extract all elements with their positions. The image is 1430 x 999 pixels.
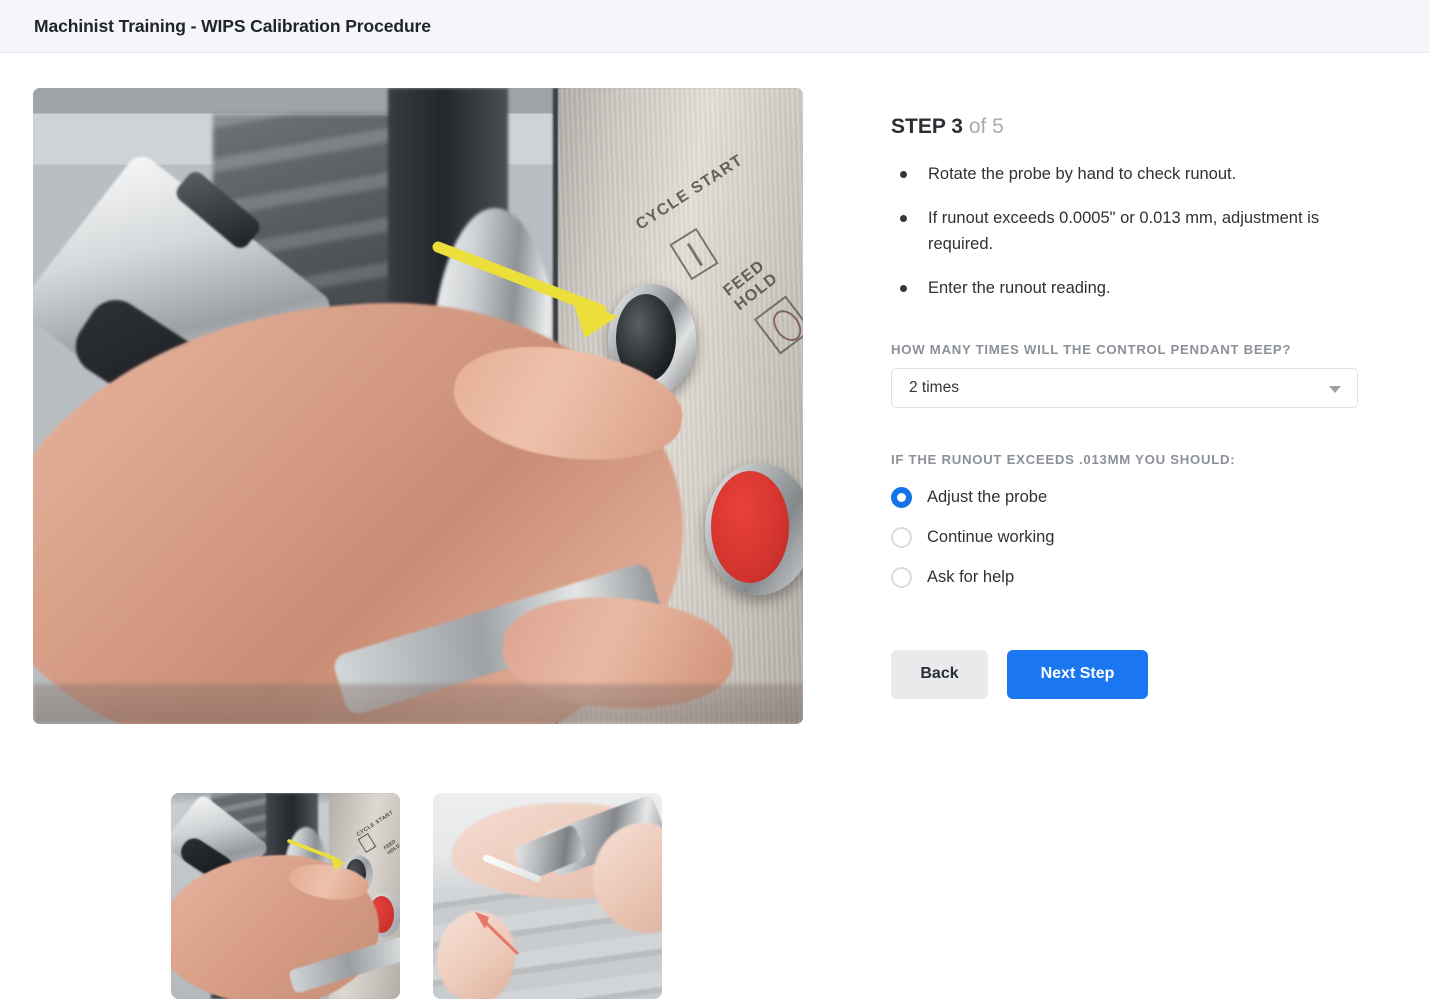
list-item: Enter the runout reading. — [891, 275, 1361, 302]
thumbnail-strip: CYCLE START FEED HOLD — [171, 793, 662, 999]
thumbnail-cycle-start[interactable]: CYCLE START FEED HOLD — [171, 793, 400, 999]
thumbnail-probe-runout[interactable] — [433, 793, 662, 999]
runout-question-label: IF THE RUNOUT EXCEEDS .013MM YOU SHOULD: — [891, 451, 1236, 467]
beep-question-label: HOW MANY TIMES WILL THE CONTROL PENDANT … — [891, 341, 1292, 357]
app-header: Machinist Training - WIPS Calibration Pr… — [0, 0, 1430, 53]
radio-option-label: Ask for help — [927, 568, 1015, 587]
page-body: CYCLE START FEED HOLD CYCLE START FEED H… — [0, 53, 1430, 999]
beep-count-select[interactable]: 2 times — [891, 367, 1358, 408]
step-panel: STEP 3 of 5 Rotate the probe by hand to … — [891, 115, 1361, 699]
radio-selected-icon — [891, 487, 912, 509]
radio-option-continue-working[interactable]: Continue working — [891, 518, 1361, 558]
radio-unselected-icon — [891, 527, 912, 549]
beep-count-value: 2 times — [909, 378, 959, 396]
instruction-list: Rotate the probe by hand to check runout… — [891, 161, 1361, 302]
action-buttons: Back Next Step — [891, 649, 1361, 699]
thumb1-annotation-arrow-icon — [287, 839, 345, 870]
radio-option-adjust-the-probe[interactable]: Adjust the probe — [891, 478, 1361, 518]
list-item: Rotate the probe by hand to check runout… — [891, 161, 1361, 188]
chevron-down-icon — [1329, 385, 1341, 393]
hero-annotation-arrow-icon — [432, 241, 618, 338]
next-step-button[interactable]: Next Step — [1007, 649, 1148, 699]
radio-unselected-icon — [891, 567, 912, 589]
radio-option-ask-for-help[interactable]: Ask for help — [891, 558, 1361, 598]
step-heading: STEP 3 of 5 — [891, 115, 1361, 139]
thumb2-annotation-arrow-icon — [475, 912, 519, 955]
media-column: CYCLE START FEED HOLD CYCLE START FEED H… — [33, 88, 803, 999]
runout-question-group: IF THE RUNOUT EXCEEDS .013MM YOU SHOULD:… — [891, 452, 1361, 598]
back-button[interactable]: Back — [891, 649, 988, 699]
hero-image[interactable]: CYCLE START FEED HOLD — [33, 88, 803, 724]
list-item: If runout exceeds 0.0005" or 0.013 mm, a… — [891, 205, 1361, 258]
radio-option-label: Continue working — [927, 528, 1055, 547]
page-title: Machinist Training - WIPS Calibration Pr… — [34, 15, 431, 36]
step-total: of 5 — [968, 115, 1004, 138]
beep-question-group: HOW MANY TIMES WILL THE CONTROL PENDANT … — [891, 342, 1361, 408]
step-number: STEP 3 — [891, 115, 963, 138]
radio-option-label: Adjust the probe — [927, 488, 1048, 507]
